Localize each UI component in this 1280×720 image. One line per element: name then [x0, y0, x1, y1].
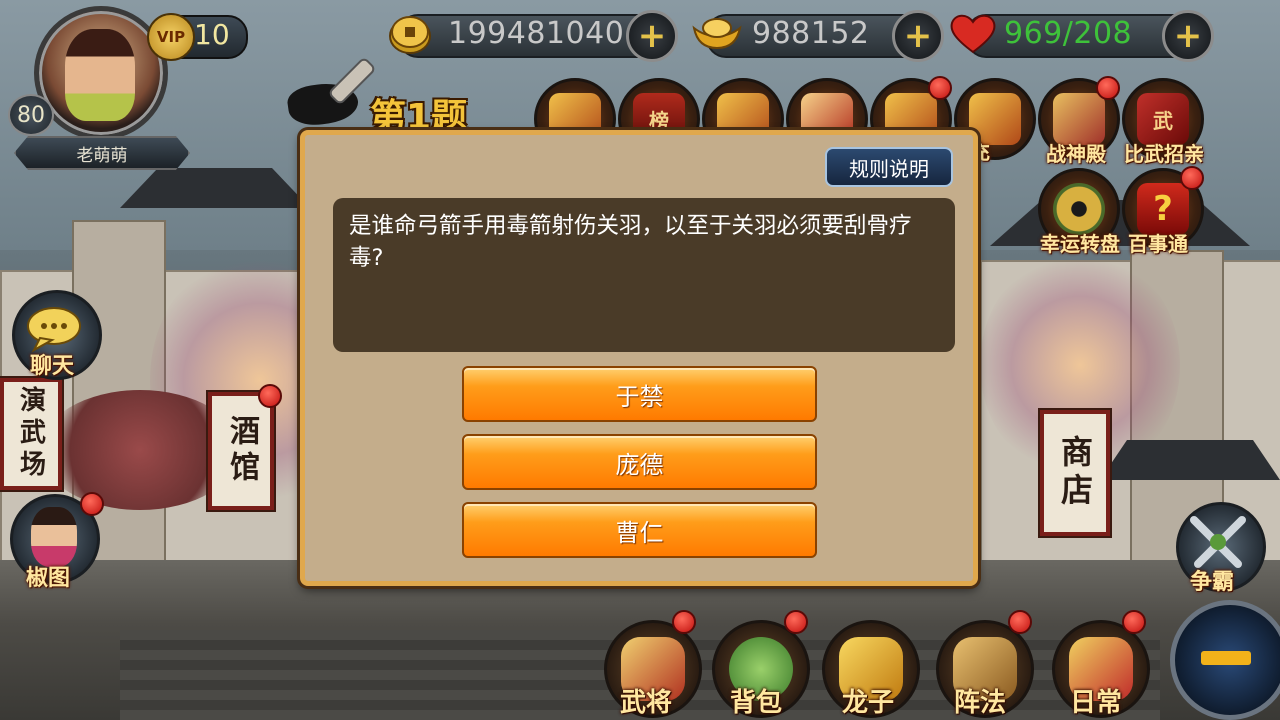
question-text: 是谁命弓箭手用毒箭射伤关羽，以至于关羽必须要刮骨疗毒?: [333, 198, 955, 352]
answer-button-2[interactable]: 庞德: [462, 434, 817, 490]
question-label: 百事通: [1128, 232, 1188, 256]
plus-icon: +: [637, 16, 667, 56]
sign-shop[interactable]: 商店: [1040, 410, 1110, 536]
add-stamina-button[interactable]: +: [1162, 10, 1214, 62]
gold-value: 988152: [752, 16, 870, 51]
tavern-notification-dot: [258, 384, 282, 408]
player-avatar[interactable]: [34, 6, 168, 140]
sign-arena[interactable]: 演武场: [0, 378, 62, 490]
formation-label: 阵法: [954, 688, 1007, 718]
vip-level: 10: [194, 18, 230, 51]
generals-notification-dot: [672, 610, 696, 634]
contend-label: 争霸: [1190, 570, 1235, 595]
generals-label: 武将: [620, 688, 673, 718]
minus-icon: [1201, 651, 1251, 665]
daily-notification-dot: [1122, 610, 1146, 634]
collapse-menu-button[interactable]: [1170, 600, 1280, 720]
player-name: 老萌萌: [14, 136, 190, 170]
plus-icon: +: [1173, 16, 1203, 56]
lucky-wheel-label: 幸运转盘: [1040, 232, 1120, 256]
player-level: 80: [8, 94, 54, 136]
gold-ingot-icon: [692, 18, 742, 50]
vip-badge: VIP: [147, 13, 195, 61]
chat-label: 聊天: [30, 354, 75, 379]
answer-button-1[interactable]: 于禁: [462, 366, 817, 422]
stamina-value: 969/208: [1004, 16, 1133, 51]
add-copper-button[interactable]: +: [626, 10, 678, 62]
sign-tavern[interactable]: 酒馆: [208, 392, 274, 510]
war-god-notification-dot: [1096, 76, 1120, 100]
add-gold-button[interactable]: +: [892, 10, 944, 62]
avatar-portrait: [65, 29, 135, 121]
bag-label: 背包: [730, 688, 783, 718]
martial-contest-label: 比武招亲: [1124, 142, 1204, 166]
answer-button-3[interactable]: 曹仁: [462, 502, 817, 558]
war-god-hall-label: 战神殿: [1046, 142, 1106, 166]
beauty-portrait-icon: [31, 507, 77, 567]
heart-icon: [950, 14, 996, 54]
chest-notification-dot: [928, 76, 952, 100]
copper-coin-icon: [389, 16, 431, 54]
shop-roof: [1100, 440, 1280, 480]
question-notification-dot: [1180, 166, 1204, 190]
beauty-label: 椒图: [26, 566, 71, 591]
formation-notification-dot: [1008, 610, 1032, 634]
bag-notification-dot: [784, 610, 808, 634]
copper-value: 199481040: [448, 16, 625, 51]
dragon-label: 龙子: [842, 688, 895, 718]
beauty-notification-dot: [80, 492, 104, 516]
daily-label: 日常: [1070, 688, 1123, 718]
plus-icon: +: [903, 16, 933, 56]
rules-button[interactable]: 规则说明: [825, 147, 953, 187]
